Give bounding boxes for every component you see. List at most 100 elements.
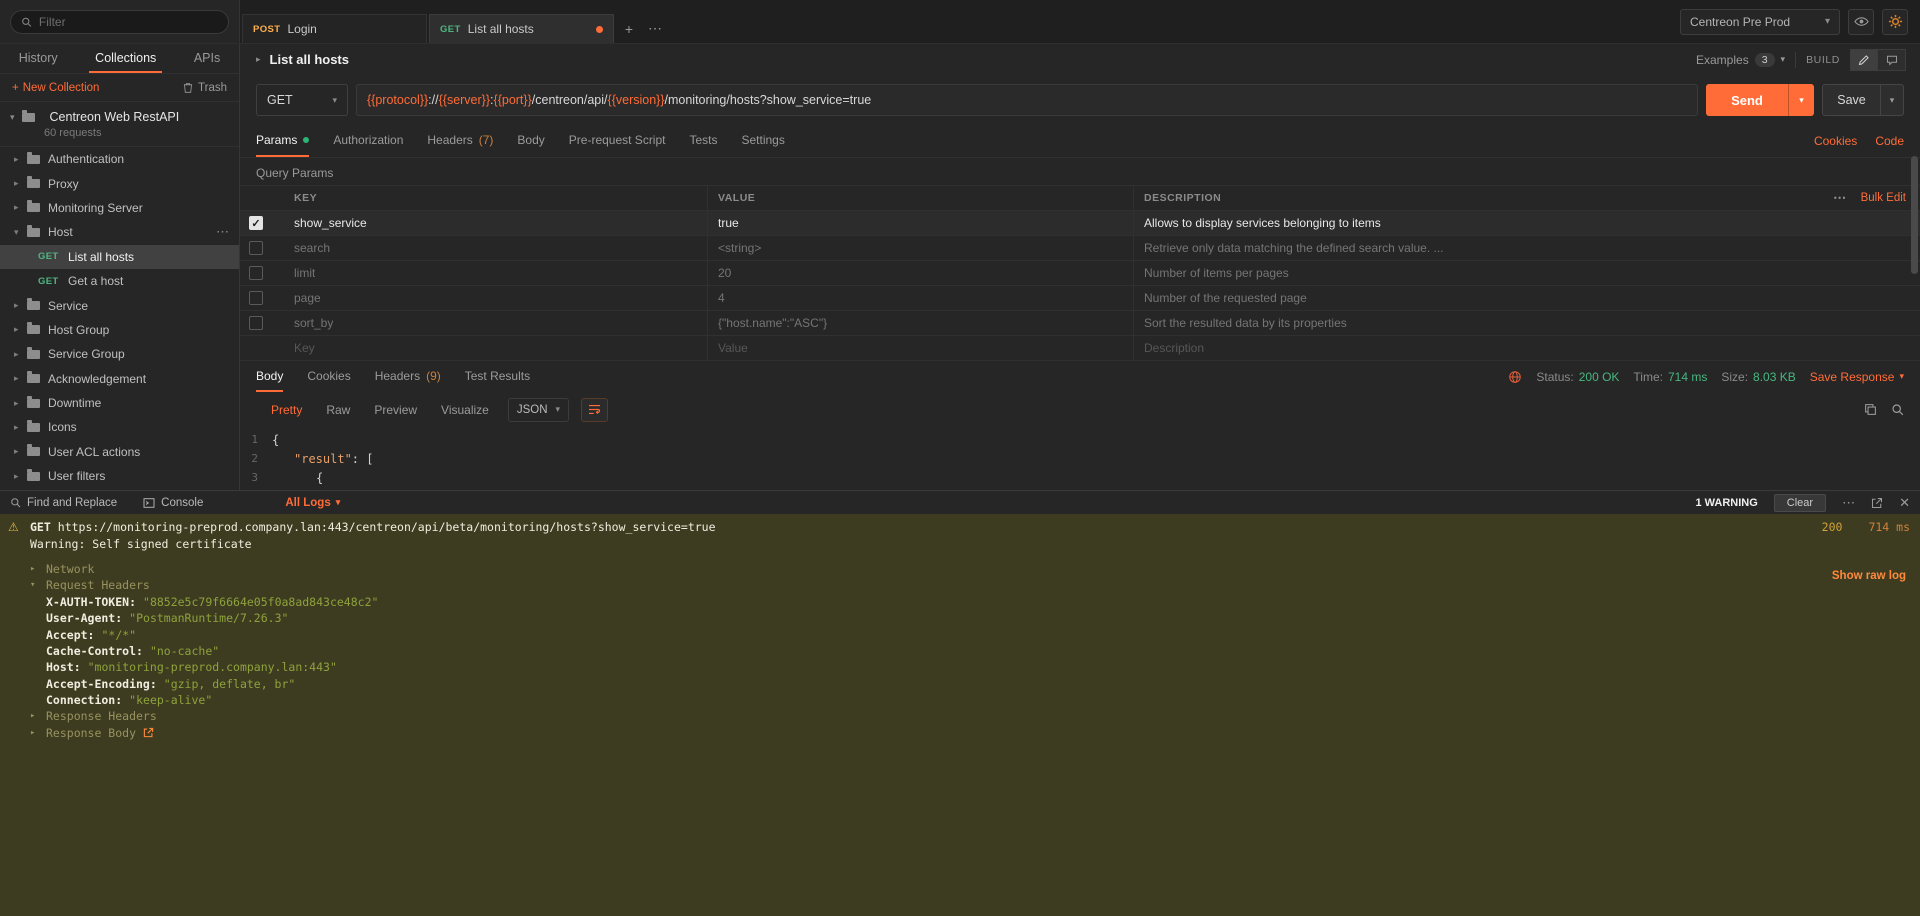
tab-response-headers[interactable]: Headers(9) [375, 361, 441, 392]
save-button[interactable]: Save [1822, 84, 1880, 116]
open-response-body-button[interactable] [143, 727, 154, 738]
scrollbar[interactable] [1911, 156, 1918, 274]
console-section-network[interactable]: ▸Network [0, 561, 1920, 577]
tab-tests[interactable]: Tests [689, 125, 717, 157]
open-new-tab-button[interactable]: + [616, 14, 642, 43]
param-value[interactable]: 20 [718, 266, 731, 280]
param-description[interactable]: Number of the requested page [1144, 291, 1307, 305]
chevron-right-icon[interactable]: ▸ [256, 54, 261, 65]
url-input[interactable]: {{protocol}}://{{server}}:{{port}}/centr… [356, 84, 1698, 116]
folder-user-acl-actions[interactable]: ▸User ACL actions [0, 440, 239, 464]
param-description[interactable]: Number of items per pages [1144, 266, 1289, 280]
params-options-button[interactable]: ⋯ [1833, 190, 1847, 206]
folder-user-filters[interactable]: ▸User filters [0, 464, 239, 488]
language-selector[interactable]: JSON ▾ [508, 398, 569, 422]
tab-pre-request-script[interactable]: Pre-request Script [569, 125, 666, 157]
folder-proxy[interactable]: ▸Proxy [0, 171, 239, 195]
save-response-button[interactable]: Save Response▾ [1810, 370, 1904, 384]
tab-body[interactable]: Body [517, 125, 544, 157]
folder-downtime[interactable]: ▸Downtime [0, 391, 239, 415]
environment-selector[interactable]: Centreon Pre Prod ▾ [1680, 9, 1840, 35]
save-options-button[interactable]: ▾ [1880, 84, 1904, 116]
console-tab-button[interactable]: Console [143, 497, 203, 509]
tab-response-cookies[interactable]: Cookies [307, 361, 350, 392]
param-key-placeholder[interactable]: Key [294, 341, 315, 355]
view-tab-pretty[interactable]: Pretty [262, 399, 311, 421]
cookies-link[interactable]: Cookies [1814, 134, 1857, 148]
method-selector[interactable]: GET ▾ [256, 84, 348, 116]
edit-request-button[interactable] [1850, 49, 1878, 71]
clear-console-button[interactable]: Clear [1774, 494, 1826, 512]
console-request-line[interactable]: ⚠ GET https://monitoring-preprod.company… [0, 519, 1920, 535]
tab-collections[interactable]: Collections [89, 44, 162, 73]
tab-apis[interactable]: APIs [188, 44, 226, 73]
folder-options-button[interactable]: ⋯ [216, 224, 229, 240]
param-key[interactable]: sort_by [294, 316, 333, 330]
param-checkbox[interactable] [249, 291, 263, 305]
response-body-viewer[interactable]: 1{ 2"result": [ 3{ 4"id": 174, [240, 427, 1920, 490]
tab-params[interactable]: Params [256, 125, 309, 157]
folder-host[interactable]: ▾Host⋯ [0, 220, 239, 244]
param-checkbox[interactable] [249, 316, 263, 330]
wrap-lines-button[interactable] [581, 398, 608, 422]
filter-input[interactable] [39, 15, 218, 29]
tab-authorization[interactable]: Authorization [333, 125, 403, 157]
request-list-all-hosts[interactable]: GETList all hosts [0, 245, 239, 269]
tab-test-results[interactable]: Test Results [465, 361, 530, 392]
request-get-a-host[interactable]: GETGet a host [0, 269, 239, 293]
folder-service-group[interactable]: ▸Service Group [0, 342, 239, 366]
bulk-edit-link[interactable]: Bulk Edit [1861, 192, 1906, 204]
param-value[interactable]: true [718, 216, 739, 230]
param-key[interactable]: search [294, 241, 330, 255]
console-options-button[interactable]: ⋯ [1842, 495, 1855, 511]
param-value-placeholder[interactable]: Value [718, 341, 748, 355]
send-button[interactable]: Send [1706, 84, 1788, 116]
param-key[interactable]: page [294, 291, 321, 305]
collection-header[interactable]: ▾ Centreon Web RestAPI 60 requests [0, 102, 239, 147]
param-checkbox[interactable] [249, 266, 263, 280]
view-tab-preview[interactable]: Preview [365, 399, 426, 421]
console-section-response-headers[interactable]: ▸Response Headers [0, 708, 1920, 724]
send-options-button[interactable]: ▾ [1788, 84, 1814, 116]
close-console-button[interactable]: ✕ [1899, 495, 1910, 511]
console-log[interactable]: ⚠ GET https://monitoring-preprod.company… [0, 514, 1920, 916]
comments-button[interactable] [1878, 49, 1906, 71]
show-raw-log-link[interactable]: Show raw log [1832, 570, 1906, 582]
folder-monitoring-server[interactable]: ▸Monitoring Server [0, 196, 239, 220]
param-value[interactable]: 4 [718, 291, 725, 305]
param-value[interactable]: {"host.name":"ASC"} [718, 316, 827, 330]
folder-acknowledgement[interactable]: ▸Acknowledgement [0, 367, 239, 391]
param-key[interactable]: limit [294, 266, 315, 280]
console-section-response-body[interactable]: ▸ Response Body [0, 725, 1920, 741]
tab-history[interactable]: History [13, 44, 64, 73]
environment-settings-button[interactable] [1882, 9, 1908, 35]
find-and-replace-button[interactable]: Find and Replace [10, 497, 117, 509]
param-value[interactable]: <string> [718, 241, 761, 255]
tab-list-all-hosts[interactable]: GET List all hosts [429, 14, 614, 43]
param-description[interactable]: Retrieve only data matching the defined … [1144, 241, 1444, 255]
param-description[interactable]: Allows to display services belonging to … [1144, 216, 1381, 230]
param-key[interactable]: show_service [294, 216, 367, 230]
param-description[interactable]: Sort the resulted data by its properties [1144, 316, 1347, 330]
new-collection-button[interactable]: + New Collection [12, 82, 99, 94]
tab-headers[interactable]: Headers(7) [427, 125, 493, 157]
param-description-placeholder[interactable]: Description [1144, 341, 1204, 355]
open-console-window-button[interactable] [1871, 497, 1883, 509]
param-checkbox[interactable] [249, 241, 263, 255]
copy-icon[interactable] [1864, 403, 1877, 416]
folder-host-group[interactable]: ▸Host Group [0, 318, 239, 342]
examples-dropdown[interactable]: Examples 3 ▾ [1696, 53, 1785, 67]
code-link[interactable]: Code [1875, 134, 1904, 148]
tab-options-button[interactable]: ⋯ [642, 14, 668, 43]
collapse-arrow-icon[interactable]: ▾ [10, 112, 15, 123]
folder-service[interactable]: ▸Service [0, 293, 239, 317]
folder-authentication[interactable]: ▸Authentication [0, 147, 239, 171]
console-section-request-headers[interactable]: ▾Request Headers [0, 577, 1920, 593]
tab-settings[interactable]: Settings [742, 125, 785, 157]
folder-icons[interactable]: ▸Icons [0, 415, 239, 439]
log-filter-dropdown[interactable]: All Logs ▾ [285, 497, 340, 509]
tab-response-body[interactable]: Body [256, 361, 283, 392]
filter-input-wrapper[interactable] [10, 10, 229, 34]
network-globe-icon[interactable] [1508, 370, 1522, 384]
param-checkbox-checked[interactable]: ✓ [249, 216, 263, 230]
